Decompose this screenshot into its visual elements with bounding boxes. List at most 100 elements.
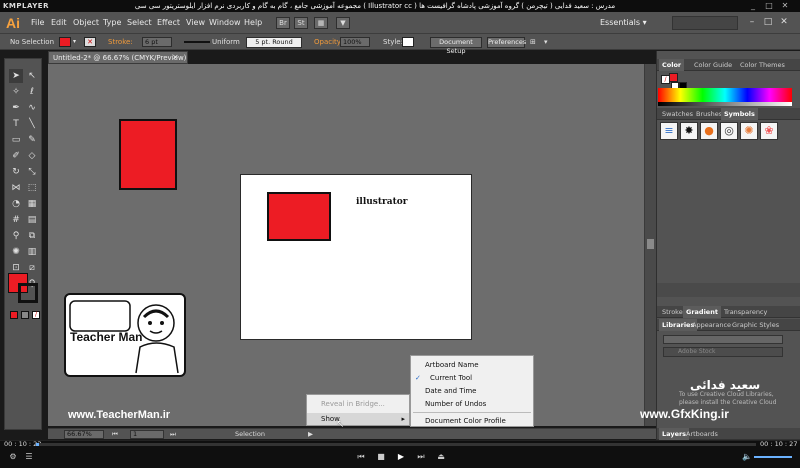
red-rectangle-outside[interactable] [119,119,177,190]
tab-swatches[interactable]: Swatches [659,108,696,120]
workspace-switcher[interactable]: Essentials ▾ [600,16,660,30]
eyedropper-tool-icon[interactable]: ⚲ [9,229,23,243]
player-eject-icon[interactable]: ⏏ [434,451,448,463]
menu-select[interactable]: Select [127,12,152,34]
fill-swatch[interactable] [59,37,71,47]
app-minimize-icon[interactable]: – [746,16,758,28]
player-playlist-icon[interactable]: ☰ [22,451,36,463]
player-play-icon[interactable]: ▶ [394,451,408,463]
app-maximize-icon[interactable]: □ [762,16,774,28]
stroke-profile-label[interactable]: Uniform [212,34,240,50]
opacity-field[interactable]: 100% [340,37,370,47]
player-settings-icon[interactable]: ⚙ [6,451,20,463]
magic-wand-tool-icon[interactable]: ✧ [9,85,23,99]
menu-file[interactable]: File [31,12,44,34]
curvature-tool-icon[interactable]: ∿ [25,101,39,115]
menu-item-artboard-name[interactable]: Artboard Name [411,359,533,371]
menu-item-number-of-undos[interactable]: Number of Undos [411,398,533,410]
menu-item-date-and-time[interactable]: Date and Time [411,385,533,397]
status-menu-arrow-icon[interactable]: ▶ [308,429,313,440]
type-tool-icon[interactable]: T [9,117,23,131]
opacity-label[interactable]: Opacity: [314,34,343,50]
direct-selection-tool-icon[interactable]: ↖ [25,69,39,83]
artboard-text[interactable]: illustrator [356,197,408,207]
preferences-button[interactable]: Preferences [487,37,526,48]
player-previous-icon[interactable]: ⏮ [354,451,368,463]
blend-tool-icon[interactable]: ⧉ [25,229,39,243]
panel-fill-swatch[interactable] [669,73,678,82]
tab-transparency[interactable]: Transparency [721,306,770,318]
document-setup-button[interactable]: Document Setup [430,37,482,55]
paintbrush-tool-icon[interactable]: ✎ [25,133,39,147]
graphic-style-swatch[interactable] [402,37,414,47]
menu-window[interactable]: Window [209,12,241,34]
color-spectrum[interactable] [658,88,792,102]
menu-type[interactable]: Type [103,12,121,34]
stock-icon[interactable]: St [294,17,308,29]
menu-item-show[interactable]: Show ▸ [307,413,409,425]
menu-view[interactable]: View [186,12,205,34]
arrange-icon[interactable]: ⊞ [530,34,536,50]
player-stop-icon[interactable]: ■ [374,451,388,463]
tab-appearance[interactable]: Appearance [689,319,734,331]
tab-color[interactable]: Color [659,59,685,71]
rectangle-tool-icon[interactable]: ▭ [9,133,23,147]
stroke-color-box[interactable] [18,283,38,303]
maximize-icon[interactable]: □ [764,1,774,11]
scale-tool-icon[interactable]: ⤡ [25,165,39,179]
tab-artboards[interactable]: Artboards [683,428,721,440]
width-tool-icon[interactable]: ⋈ [9,181,23,195]
none-mode-icon[interactable]: / [32,311,40,319]
color-mode-icon[interactable] [10,311,18,319]
close-icon[interactable]: ✕ [780,1,790,11]
tab-symbols[interactable]: Symbols [721,108,758,120]
symbol-splat-icon[interactable]: ✸ [680,122,698,140]
eraser-tool-icon[interactable]: ◇ [25,149,39,163]
stroke-label[interactable]: Stroke: [108,34,133,50]
menu-help[interactable]: Help [244,12,262,34]
shaper-tool-icon[interactable]: ✐ [9,149,23,163]
symbol-sprayer-tool-icon[interactable]: ✺ [9,245,23,259]
player-volume-slider[interactable] [754,456,792,458]
player-progress-bar[interactable] [36,443,756,446]
tab-gradient[interactable]: Gradient [683,306,721,318]
arrange-documents-icon[interactable]: ▦ [314,17,328,29]
bridge-icon[interactable]: Br [276,17,290,29]
document-tab[interactable]: Untitled-2* @ 66.67% (CMYK/Preview) [48,51,188,64]
selection-tool-icon[interactable]: ➤ [9,69,23,83]
chevron-down-icon[interactable]: ▾ [73,38,76,45]
symbol-orange-dot-icon[interactable]: ● [700,122,718,140]
artboard-number-field[interactable]: 1 [130,430,164,439]
tab-close-icon[interactable]: ✕ [172,51,184,64]
menu-item-current-tool[interactable]: ✓ Current Tool [411,372,533,384]
tab-color-guide[interactable]: Color Guide [691,59,735,71]
pen-tool-icon[interactable]: ✒ [9,101,23,115]
tab-graphic-styles[interactable]: Graphic Styles [729,319,782,331]
gpu-icon[interactable]: ▼ [336,17,350,29]
menu-item-reveal-in-bridge[interactable]: Reveal in Bridge... [307,398,409,410]
symbol-blue-banner-icon[interactable]: ≡ [660,122,678,140]
menu-object[interactable]: Object [73,12,99,34]
first-artboard-icon[interactable]: ⏮ [112,429,118,440]
gradient-mode-icon[interactable] [21,311,29,319]
column-graph-tool-icon[interactable]: ▥ [25,245,39,259]
lasso-tool-icon[interactable]: ℓ [25,85,39,99]
library-search-input[interactable]: Adobe Stock [663,347,783,357]
free-transform-tool-icon[interactable]: ⬚ [25,181,39,195]
gradient-tool-icon[interactable]: ▤ [25,213,39,227]
rotate-tool-icon[interactable]: ↻ [9,165,23,179]
tab-color-themes[interactable]: Color Themes [737,59,788,71]
scrollbar-thumb[interactable] [647,239,654,249]
vertical-scrollbar[interactable] [644,64,656,426]
panel-menu-icon[interactable]: ▾ [544,34,548,50]
stock-search-input[interactable] [672,16,738,30]
mesh-tool-icon[interactable]: # [9,213,23,227]
symbol-spiral-icon[interactable]: ◎ [720,122,738,140]
perspective-grid-tool-icon[interactable]: ▦ [25,197,39,211]
zoom-field[interactable]: 66.67% [64,430,104,439]
library-dropdown[interactable] [663,335,783,344]
app-close-icon[interactable]: ✕ [778,16,790,28]
symbol-orange-swirl-icon[interactable]: ✺ [740,122,758,140]
menu-edit[interactable]: Edit [51,12,67,34]
stroke-weight-field[interactable]: 6 pt [142,37,172,47]
